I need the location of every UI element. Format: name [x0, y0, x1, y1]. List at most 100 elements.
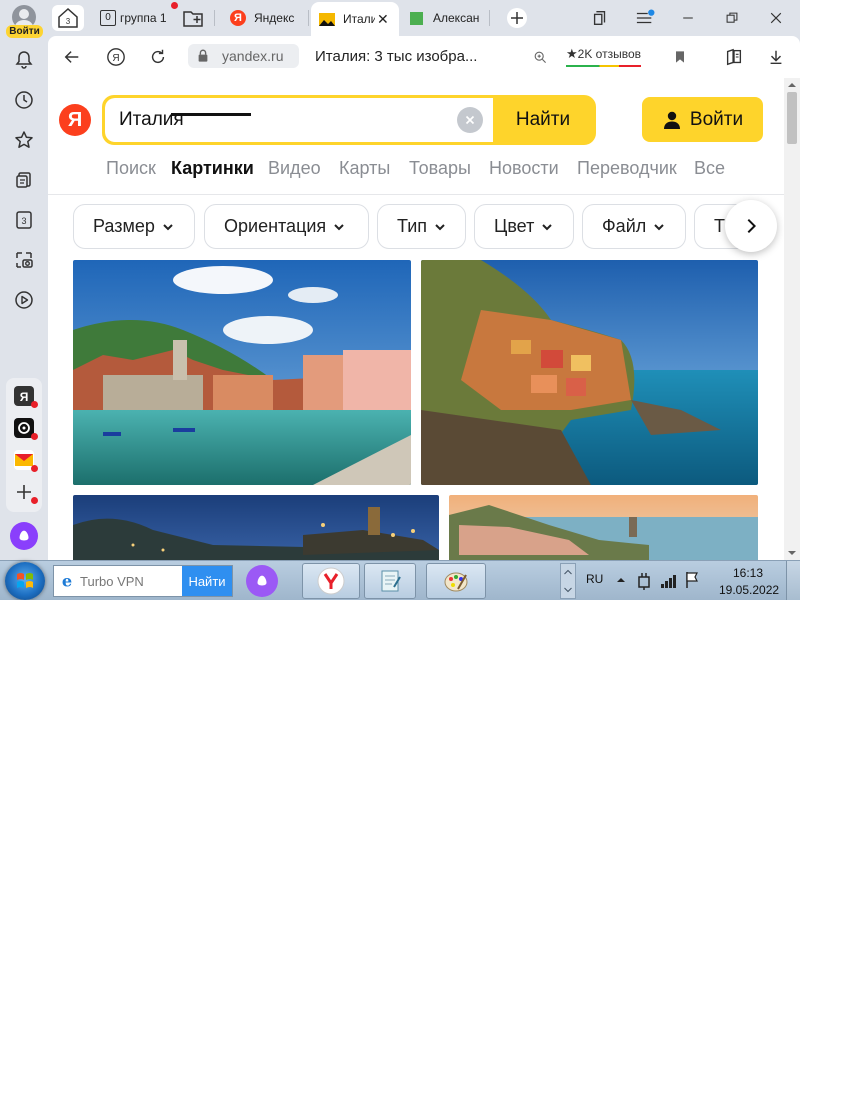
- filter-color[interactable]: Цвет: [474, 204, 574, 249]
- filter-orientation[interactable]: Ориентация: [204, 204, 369, 249]
- back-arrow-icon[interactable]: [58, 44, 86, 70]
- site-reviews-badge[interactable]: ★2K отзывов: [566, 46, 641, 67]
- url-field[interactable]: yandex.ru: [188, 44, 299, 68]
- taskbar-scroll-arrows[interactable]: [560, 563, 576, 599]
- clock-date[interactable]: 19.05.2022: [719, 583, 779, 597]
- tab-italy-label: Итали: [343, 12, 375, 26]
- alice-taskbar-icon[interactable]: [246, 565, 278, 597]
- tab-alex[interactable]: Алексан: [402, 4, 482, 32]
- screenshot-camera-icon[interactable]: [8, 244, 40, 276]
- lock-icon: [196, 48, 210, 68]
- video-play-icon[interactable]: [8, 284, 40, 316]
- music-app-icon[interactable]: [14, 418, 38, 440]
- filter-size-label: Размер: [93, 216, 155, 236]
- tab-translator[interactable]: Переводчик: [577, 158, 677, 179]
- page-content: Я Найти Войти Поиск Картинки Видео Карты…: [48, 78, 800, 560]
- browser-toolbar: Я yandex.ru Италия: 3 тыс изобра... ★2K …: [48, 36, 800, 78]
- filter-size[interactable]: Размер: [73, 204, 195, 249]
- sidebar-login-badge[interactable]: Войти: [6, 25, 43, 38]
- image-result-night-town[interactable]: [73, 495, 439, 560]
- tab-italy-active[interactable]: Итали ✕: [311, 2, 399, 36]
- image-result-sunset-coast[interactable]: [449, 495, 758, 560]
- yandex-home-icon[interactable]: Я: [102, 44, 130, 70]
- scroll-up-icon[interactable]: [784, 80, 800, 90]
- minimize-window-icon[interactable]: [671, 4, 705, 32]
- reviews-count: 2K отзывов: [577, 47, 641, 61]
- bookmark-icon[interactable]: [666, 44, 694, 70]
- svg-text:Я: Я: [20, 390, 29, 404]
- yandex-logo[interactable]: Я: [59, 104, 91, 136]
- browser-sidebar: Войти 3 Я: [0, 0, 48, 560]
- tab-maps[interactable]: Карты: [339, 158, 390, 179]
- yandex-browser-task-icon[interactable]: [302, 563, 360, 599]
- taskbar-search-button[interactable]: Найти: [182, 566, 232, 596]
- tab-search[interactable]: Поиск: [106, 158, 156, 179]
- filter-type-label: Тип: [397, 216, 428, 236]
- language-indicator[interactable]: RU: [586, 572, 603, 586]
- close-window-icon[interactable]: [759, 4, 793, 32]
- clear-search-icon[interactable]: [457, 107, 483, 133]
- menu-hamburger-icon[interactable]: [628, 4, 662, 32]
- close-tab-icon[interactable]: ✕: [377, 11, 389, 28]
- new-tab-plus-icon[interactable]: [503, 4, 531, 32]
- mail-envelope-icon[interactable]: [14, 450, 38, 472]
- yandex-app-icon[interactable]: Я: [14, 386, 38, 408]
- tab-products[interactable]: Товары: [409, 158, 471, 179]
- scroll-down-icon[interactable]: [784, 548, 800, 558]
- tab-counter-icon[interactable]: 3: [8, 204, 40, 236]
- power-plug-icon[interactable]: [636, 571, 652, 591]
- restore-window-icon[interactable]: [715, 4, 749, 32]
- network-signal-icon[interactable]: [660, 573, 678, 589]
- search-input[interactable]: [105, 98, 493, 142]
- home-tab-button[interactable]: 3: [52, 5, 84, 31]
- show-desktop-button[interactable]: [786, 561, 800, 600]
- filter-color-label: Цвет: [494, 216, 535, 236]
- search-form: Найти: [102, 95, 596, 145]
- start-button-windows-icon[interactable]: [5, 562, 45, 600]
- tab-all[interactable]: Все: [694, 158, 725, 179]
- system-tray: RU 16:13 19.05.2022: [578, 561, 779, 600]
- filter-type[interactable]: Тип: [377, 204, 466, 249]
- tab-images[interactable]: Картинки: [171, 158, 254, 179]
- svg-text:3: 3: [21, 216, 26, 226]
- download-icon[interactable]: [762, 44, 790, 70]
- image-result-vernazza[interactable]: [73, 260, 411, 485]
- tray-expand-icon[interactable]: [616, 575, 626, 585]
- add-app-plus-icon[interactable]: [14, 482, 38, 504]
- windows-taskbar: e Turbo VPN Найти RU 16:13 19.05.2022: [0, 560, 800, 600]
- sidebar-apps-panel: Я: [6, 378, 42, 512]
- login-button-label: Войти: [689, 108, 744, 130]
- image-result-manarola[interactable]: [421, 260, 758, 485]
- reader-mode-icon[interactable]: [720, 44, 748, 70]
- scrollbar-thumb[interactable]: [787, 92, 797, 144]
- history-clock-icon[interactable]: [8, 84, 40, 116]
- tab-yandex[interactable]: Я Яндекс: [222, 4, 312, 32]
- taskbar-search-field[interactable]: e Turbo VPN Найти: [53, 565, 233, 597]
- tab-news[interactable]: Новости: [489, 158, 559, 179]
- tabs-panel-icon[interactable]: [583, 4, 617, 32]
- paint-task-icon[interactable]: [426, 563, 486, 599]
- filters-next-arrow-icon[interactable]: [725, 200, 777, 252]
- favorites-star-icon[interactable]: [8, 124, 40, 156]
- clock-time[interactable]: 16:13: [733, 566, 763, 580]
- notifications-bell-icon[interactable]: [8, 44, 40, 76]
- tab-video[interactable]: Видео: [268, 158, 321, 179]
- notepad-task-icon[interactable]: [364, 563, 416, 599]
- page-scrollbar[interactable]: [784, 78, 800, 560]
- page-title[interactable]: Италия: 3 тыс изобра...: [315, 48, 477, 65]
- zoom-search-icon[interactable]: [526, 44, 554, 70]
- new-group-icon[interactable]: [178, 4, 208, 32]
- search-button[interactable]: Найти: [493, 98, 593, 142]
- filter-file[interactable]: Файл: [582, 204, 686, 249]
- chevron-down-icon: [334, 223, 344, 230]
- taskbar-search-placeholder: Turbo VPN: [80, 574, 144, 589]
- tab-alex-label: Алексан: [433, 11, 479, 25]
- alice-assistant-icon[interactable]: [10, 522, 38, 550]
- reload-icon[interactable]: [144, 44, 172, 70]
- collections-icon[interactable]: [8, 164, 40, 196]
- login-button[interactable]: Войти: [642, 97, 763, 142]
- svg-text:3: 3: [66, 17, 71, 26]
- tab-group[interactable]: 0 группа 1: [92, 2, 178, 32]
- action-center-flag-icon[interactable]: [684, 571, 700, 589]
- green-favicon-icon: [410, 11, 423, 25]
